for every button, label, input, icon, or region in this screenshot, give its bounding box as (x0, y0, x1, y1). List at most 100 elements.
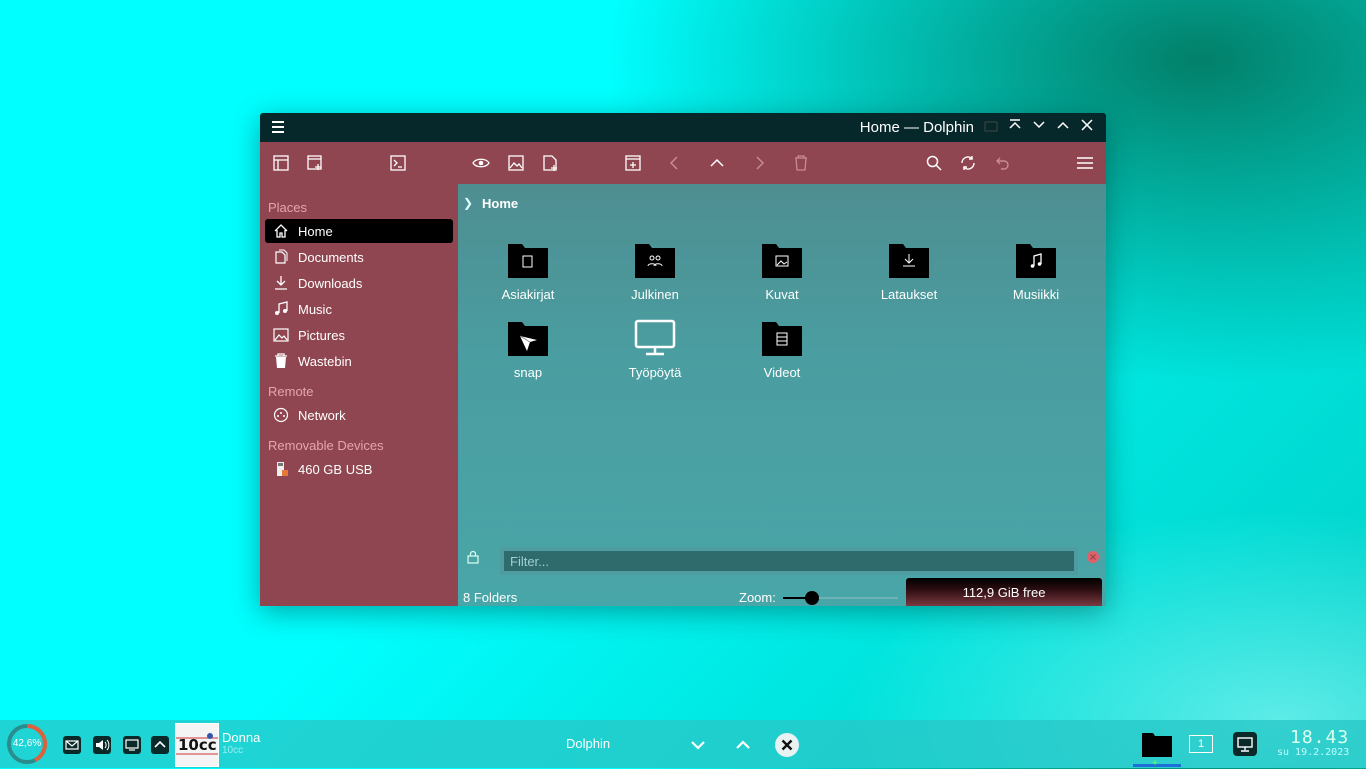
zoom-slider-handle[interactable] (804, 591, 819, 605)
file-view: ❯ Home Asiakirjat Julkinen Kuvat Latauks… (458, 184, 1106, 606)
task-close-icon[interactable] (774, 732, 800, 758)
clock-time[interactable]: 18.43 (1290, 727, 1349, 748)
file-name: snap (513, 365, 543, 380)
back-icon[interactable] (663, 151, 687, 175)
terminal-icon[interactable] (386, 151, 410, 175)
main-toolbar (260, 142, 1106, 184)
volume-icon[interactable] (91, 734, 113, 756)
undo-icon[interactable] (990, 151, 1014, 175)
sidebar-item-label: Wastebin (298, 353, 352, 369)
videos-folder-icon (762, 322, 802, 356)
breadcrumb[interactable]: Home (482, 196, 518, 211)
sidebar-item-label: 460 GB USB (298, 461, 373, 477)
folder-item[interactable]: Työpöytä (600, 316, 710, 380)
sidebar-item-usb[interactable]: 460 GB USB (265, 457, 453, 481)
tray-expand-icon[interactable] (149, 734, 171, 756)
mail-icon[interactable] (61, 734, 83, 756)
sidebar-item-network[interactable]: Network (265, 403, 453, 427)
keep-above-icon[interactable] (982, 118, 1000, 136)
show-desktop-icon[interactable] (1233, 732, 1257, 756)
folder-item[interactable]: Videot (727, 316, 837, 380)
file-name: Asiakirjat (501, 287, 555, 302)
task-maximize-icon[interactable] (730, 732, 756, 758)
sidebar-item-pictures[interactable]: Pictures (265, 323, 453, 347)
up-icon[interactable] (705, 151, 729, 175)
documents-folder-icon (508, 244, 548, 278)
sidebar-item-music[interactable]: Music (265, 297, 453, 321)
preview-icon[interactable] (469, 151, 493, 175)
pictures-icon (273, 327, 289, 343)
active-task-title[interactable]: Dolphin (566, 736, 610, 751)
display-icon[interactable] (121, 734, 143, 756)
wastebin-icon (273, 353, 289, 369)
section-places: Places (268, 200, 308, 215)
folder-item[interactable]: Asiakirjat (473, 238, 583, 302)
desktop-icon (634, 319, 676, 356)
downloads-icon (273, 275, 289, 291)
music-folder-icon (1016, 244, 1056, 278)
status-bar: 8 Folders Zoom: 112,9 GiB free (458, 578, 1106, 606)
shade-icon[interactable] (1006, 118, 1024, 136)
folder-item[interactable]: Julkinen (600, 238, 710, 302)
pager-desktop[interactable]: 1 (1189, 735, 1213, 753)
new-tab-icon[interactable] (538, 151, 562, 175)
task-badge-icon: + (1152, 758, 1158, 769)
sidebar-item-downloads[interactable]: Downloads (265, 271, 453, 295)
close-icon[interactable] (1078, 118, 1096, 136)
sidebar-item-documents[interactable]: Documents (265, 245, 453, 269)
sidebar-item-label: Documents (298, 249, 364, 265)
sidebar-item-home[interactable]: Home (265, 219, 453, 243)
section-removable-devices: Removable Devices (268, 438, 384, 453)
sidebar-item-wastebin[interactable]: Wastebin (265, 349, 453, 373)
window-menu-icon[interactable] (270, 119, 286, 135)
taskbar: 42,6% 10cc Donna 10cc Dolphin + 1 18.43 … (0, 720, 1366, 769)
public-folder-icon (635, 244, 675, 278)
zoom-slider[interactable] (783, 591, 898, 605)
trash-icon[interactable] (789, 151, 813, 175)
filter-input[interactable] (500, 547, 1078, 575)
folder-item[interactable]: Musiikki (981, 238, 1091, 302)
file-name: Lataukset (880, 287, 938, 302)
clear-filter-icon[interactable] (1086, 550, 1100, 567)
search-icon[interactable] (922, 151, 946, 175)
home-icon (273, 223, 289, 239)
downloads-folder-icon (889, 244, 929, 278)
file-name: Videot (763, 365, 801, 380)
file-name: Kuvat (765, 287, 799, 302)
sidebar-item-label: Home (298, 223, 333, 239)
maximize-icon[interactable] (1054, 118, 1072, 136)
task-minimize-icon[interactable] (685, 732, 711, 758)
reload-icon[interactable] (956, 151, 980, 175)
free-space-indicator[interactable]: 112,9 GiB free (906, 578, 1102, 606)
music-icon (273, 301, 289, 317)
folder-item[interactable]: Lataukset (854, 238, 964, 302)
folder-item[interactable]: snap (473, 316, 583, 380)
media-title[interactable]: Donna (222, 730, 260, 745)
lock-icon[interactable] (466, 550, 480, 567)
image-icon[interactable] (504, 151, 528, 175)
cpu-load-text: 42,6% (12, 738, 42, 749)
pictures-folder-icon (762, 244, 802, 278)
media-artist: 10cc (222, 745, 244, 756)
view-mode-icon[interactable] (269, 151, 293, 175)
title-bar[interactable]: Home — Dolphin (260, 113, 1106, 142)
usb-drive-icon (273, 461, 289, 477)
sidebar-item-label: Music (298, 301, 332, 317)
minimize-icon[interactable] (1030, 118, 1048, 136)
snap-folder-icon (508, 322, 548, 356)
folder-count: 8 Folders (463, 590, 518, 605)
breadcrumb-chevron-icon[interactable]: ❯ (463, 196, 473, 210)
new-window-icon[interactable] (303, 151, 327, 175)
sidebar-item-label: Pictures (298, 327, 345, 343)
folder-item[interactable]: Kuvat (727, 238, 837, 302)
clock-date: su 19.2.2023 (1277, 747, 1350, 758)
album-art[interactable]: 10cc (175, 723, 219, 767)
file-name: Työpöytä (628, 365, 682, 380)
sidebar-item-label: Downloads (298, 275, 363, 291)
split-view-icon[interactable] (621, 151, 645, 175)
documents-icon (273, 249, 289, 265)
sidebar-item-label: Network (298, 407, 346, 423)
forward-icon[interactable] (747, 151, 771, 175)
section-remote: Remote (268, 384, 314, 399)
hamburger-menu-icon[interactable] (1073, 151, 1097, 175)
